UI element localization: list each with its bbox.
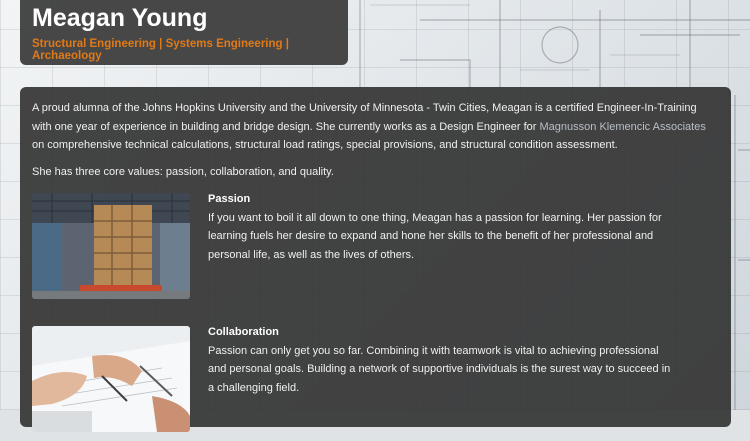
discipline-archaeology: Archaeology [32, 50, 102, 62]
discipline-systems: Systems Engineering [165, 38, 283, 50]
feature-collaboration: Collaboration Passion can only get you s… [32, 326, 719, 441]
feature-title: Passion [208, 193, 251, 205]
discipline-separator: | [155, 38, 166, 50]
feature-title: Collaboration [208, 326, 279, 338]
discipline-structural: Structural Engineering [32, 38, 156, 50]
about-panel: A proud alumna of the Johns Hopkins Univ… [20, 87, 731, 432]
discipline-separator: | [282, 38, 289, 50]
collaboration-image [32, 326, 190, 432]
profile-name: Meagan Young [32, 4, 208, 32]
feature-body: Passion can only get you so far. Combini… [208, 344, 671, 394]
intro-paragraph: A proud alumna of the Johns Hopkins Univ… [32, 99, 719, 155]
feature-passion: Passion If you want to boil it all down … [32, 193, 719, 308]
intro-text-end: on comprehensive technical calculations,… [32, 139, 618, 151]
disciplines: Structural Engineering | Systems Enginee… [32, 38, 336, 62]
core-values-text: She has three core values: passion, coll… [32, 165, 334, 178]
collaboration-text: Collaboration Passion can only get you s… [208, 323, 678, 397]
company-link[interactable]: Magnusson Klemencic Associates [540, 121, 706, 133]
passion-image [32, 193, 190, 299]
feature-body: If you want to boil it all down to one t… [208, 211, 662, 261]
passion-text: Passion If you want to boil it all down … [208, 190, 678, 264]
profile-header: Meagan Young Structural Engineering | Sy… [20, 0, 348, 65]
